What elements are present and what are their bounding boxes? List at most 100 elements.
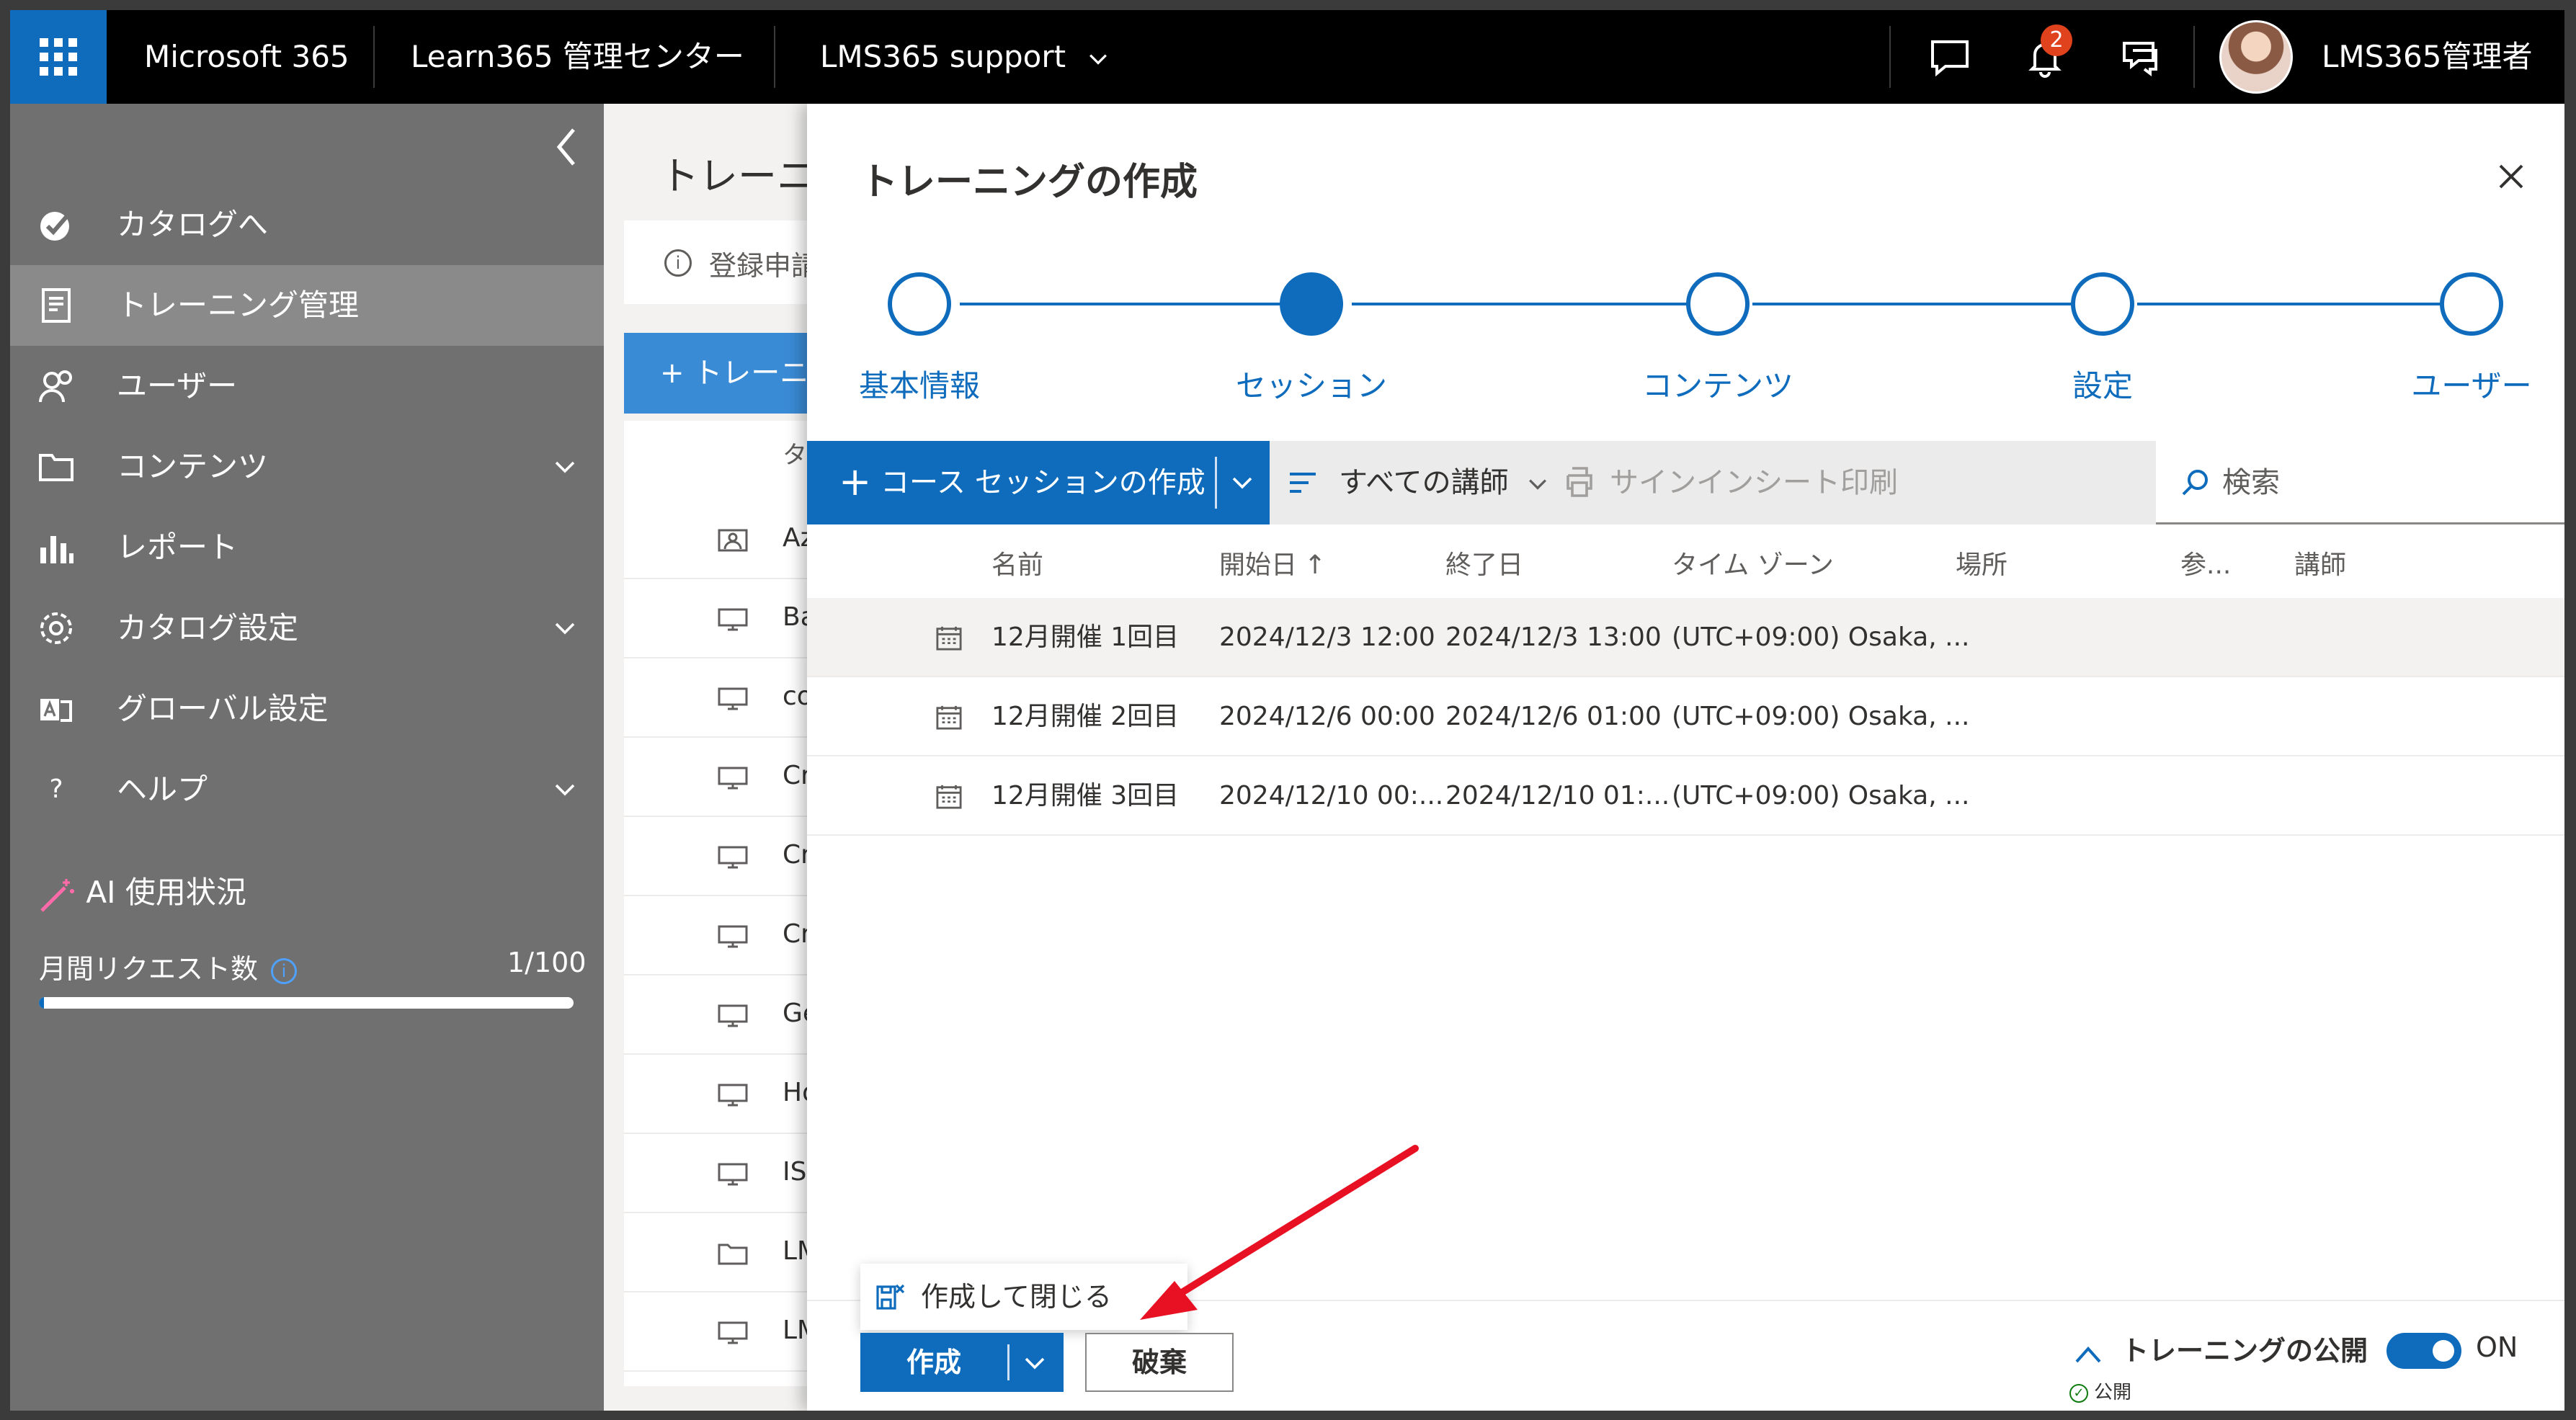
nav-label: トレーニング管理 — [117, 287, 360, 323]
admin-center-name[interactable]: Learn365 管理センター — [411, 10, 744, 104]
nav-item-content[interactable]: コンテンツ — [10, 427, 604, 507]
nav-label: カタログへ — [117, 207, 269, 242]
create-and-close-label: 作成して閉じる — [921, 1281, 1112, 1313]
table-row[interactable]: 12月開催 1回目 2024/12/3 12:00 2024/12/3 13:0… — [807, 598, 2564, 677]
app-name[interactable]: Microsoft 365 — [144, 10, 349, 104]
step-label-content[interactable]: コンテンツ — [1631, 362, 1804, 406]
sort-ascending-icon: ↑ — [1304, 550, 1327, 580]
feedback-icon[interactable] — [1928, 37, 1971, 78]
monthly-requests-progress — [39, 997, 574, 1009]
monitor-icon — [718, 687, 748, 710]
chevron-down-icon — [1089, 53, 1107, 65]
person-card-icon — [718, 529, 748, 552]
nav-label: ヘルプ — [117, 772, 208, 807]
stepper-connector — [1352, 303, 1744, 305]
calendar-icon — [936, 785, 962, 809]
monitor-icon — [718, 1004, 748, 1027]
search-input[interactable]: 検索 — [2222, 441, 2280, 524]
publish-toggle[interactable] — [2386, 1333, 2461, 1369]
step-label-users[interactable]: ユーザー — [2392, 362, 2551, 406]
nav-item-global-settings[interactable]: グローバル設定 — [10, 669, 604, 749]
app-window: Microsoft 365 Learn365 管理センター LMS365 sup… — [10, 10, 2564, 1411]
column-header-start-label: 開始日 — [1219, 550, 1298, 580]
nav-label: ユーザー — [117, 368, 238, 403]
info-banner-text: 登録申請 — [709, 250, 819, 282]
session-end: 2024/12/6 01:00 — [1445, 702, 1662, 731]
create-button[interactable]: 作成 — [860, 1333, 1064, 1392]
create-button-label: 作成 — [906, 1347, 961, 1378]
session-name[interactable]: 12月開催 3回目 — [991, 756, 1179, 836]
monitor-icon — [718, 846, 748, 869]
step-session[interactable] — [1280, 272, 1343, 336]
avatar[interactable] — [2219, 20, 2293, 94]
nav-label: グローバル設定 — [117, 691, 329, 726]
create-training-panel: トレーニングの作成 基本情報 セッション コンテンツ 設定 ユーザー + コース… — [807, 104, 2564, 1411]
top-bar: Microsoft 365 Learn365 管理センター LMS365 sup… — [10, 10, 2564, 104]
chevron-down-icon[interactable] — [551, 614, 579, 643]
calendar-icon — [936, 705, 962, 730]
step-users[interactable] — [2440, 272, 2503, 336]
column-header-participants[interactable]: 参... — [2180, 533, 2231, 598]
nav-item-catalog[interactable]: カタログへ — [10, 184, 604, 265]
folder-icon — [39, 454, 73, 481]
chat-icon[interactable] — [2118, 37, 2162, 78]
save-close-icon — [876, 1284, 905, 1310]
collapse-nav-icon[interactable] — [552, 125, 581, 169]
column-header-location[interactable]: 場所 — [1956, 533, 2007, 598]
calendar-icon — [936, 626, 962, 651]
step-label-basic-info[interactable]: 基本情報 — [847, 362, 991, 406]
column-header-name[interactable]: 名前 — [991, 533, 1043, 598]
left-nav: カタログへ トレーニング管理 ユーザー コンテンツ レポート カタログ設定 グロ… — [10, 104, 604, 1411]
nav-item-training-management[interactable]: トレーニング管理 — [10, 265, 604, 346]
nav-item-users[interactable]: ユーザー — [10, 346, 604, 427]
session-timezone: (UTC+09:00) Osaka, ... — [1672, 622, 1970, 652]
panel-title: トレーニングの作成 — [860, 161, 1198, 204]
info-icon[interactable]: i — [271, 957, 298, 984]
step-settings[interactable] — [2071, 272, 2134, 336]
table-row[interactable]: 12月開催 3回目 2024/12/10 00:... 2024/12/10 0… — [807, 756, 2564, 836]
annotation-arrow — [1140, 1145, 1419, 1320]
tenant-selector[interactable]: LMS365 support — [820, 10, 1111, 104]
create-session-button[interactable]: + コース セッションの作成 — [807, 441, 1270, 524]
search-box[interactable]: 検索 — [2156, 441, 2564, 524]
training-doc-icon — [42, 288, 71, 323]
divider — [1215, 457, 1217, 509]
catalog-check-icon — [40, 210, 73, 241]
close-icon[interactable] — [2493, 158, 2529, 195]
step-content[interactable] — [1686, 272, 1750, 336]
help-icon: ? — [49, 774, 63, 804]
divider — [1889, 26, 1891, 88]
divider — [2193, 26, 2195, 88]
column-header-timezone[interactable]: タイム ゾーン — [1672, 533, 1834, 598]
step-basic-info[interactable] — [888, 272, 951, 336]
step-label-session[interactable]: セッション — [1232, 362, 1391, 406]
ai-usage-heading: AI 使用状況 — [36, 867, 246, 918]
app-launcher-icon[interactable] — [10, 10, 107, 104]
printer-icon — [1566, 467, 1592, 497]
user-name[interactable]: LMS365管理者 — [2322, 10, 2532, 104]
notification-badge: 2 — [2041, 24, 2072, 56]
chevron-down-icon[interactable] — [551, 775, 579, 804]
nav-item-reports[interactable]: レポート — [10, 507, 604, 588]
instructor-filter-dropdown[interactable]: すべての講師 — [1287, 441, 1551, 524]
step-label-settings[interactable]: 設定 — [2031, 362, 2175, 406]
publish-status-label: 公開 — [2094, 1382, 2132, 1403]
monitor-icon — [718, 1321, 748, 1344]
table-row[interactable]: 12月開催 2回目 2024/12/6 00:00 2024/12/6 01:0… — [807, 677, 2564, 756]
monitor-icon — [718, 925, 748, 948]
gear-icon — [40, 612, 72, 644]
chevron-up-icon[interactable] — [2072, 1341, 2104, 1367]
column-header-instructor[interactable]: 講師 — [2294, 533, 2346, 598]
chevron-down-icon[interactable] — [1228, 468, 1257, 497]
session-timezone: (UTC+09:00) Osaka, ... — [1672, 702, 1970, 731]
column-header-start[interactable]: 開始日 ↑ — [1219, 533, 1326, 598]
print-signin-sheet-button[interactable]: サインインシート印刷 — [1564, 441, 1898, 524]
chevron-down-icon[interactable] — [551, 452, 579, 481]
publish-training-label: トレーニングの公開 — [2121, 1335, 2368, 1367]
session-name[interactable]: 12月開催 1回目 — [991, 598, 1179, 677]
session-name[interactable]: 12月開催 2回目 — [991, 677, 1179, 756]
nav-item-catalog-settings[interactable]: カタログ設定 — [10, 588, 604, 669]
nav-item-help[interactable]: ? ヘルプ — [10, 749, 604, 830]
column-header-end[interactable]: 終了日 — [1445, 533, 1523, 598]
chevron-down-icon[interactable] — [1020, 1349, 1049, 1377]
